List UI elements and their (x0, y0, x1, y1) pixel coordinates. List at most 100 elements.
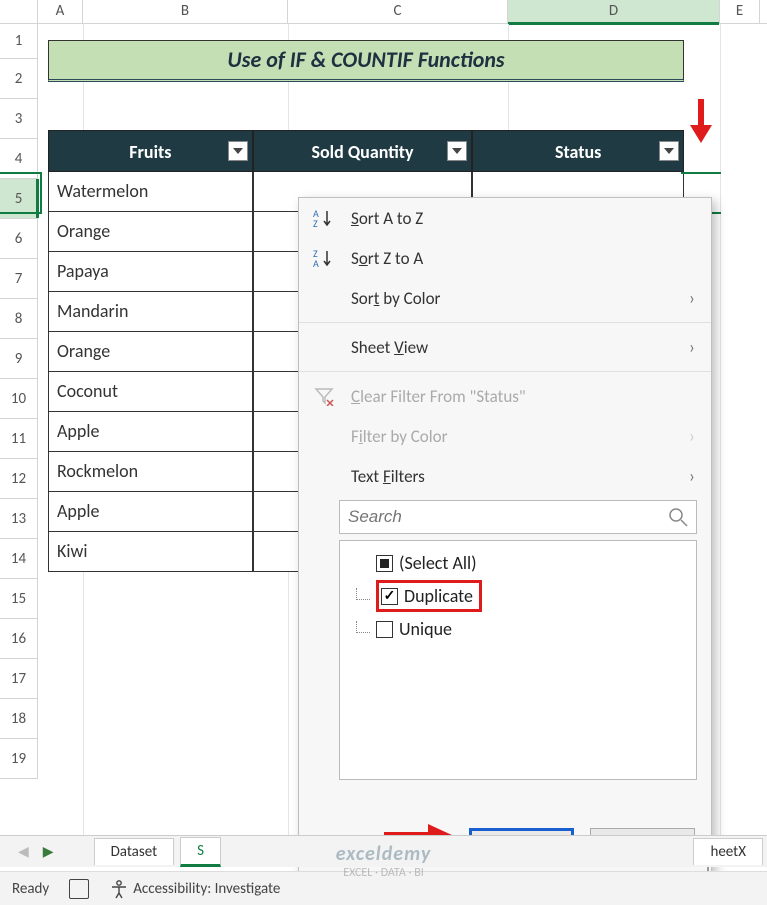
cell-fruit[interactable]: Apple (48, 412, 253, 452)
th-status: Status (472, 130, 684, 172)
row-header-12[interactable]: 12 (0, 459, 38, 499)
accessibility-label: Accessibility: Investigate (133, 880, 280, 898)
row-header-10[interactable]: 10 (0, 379, 38, 419)
filter-option-duplicate-label: Duplicate (404, 585, 473, 607)
cell-fruit[interactable]: Rockmelon (48, 452, 253, 492)
sheet-tab-active[interactable]: S (180, 837, 221, 867)
menu-sort-a-z[interactable]: AZ Sort A to Z (299, 198, 711, 238)
menu-sheet-view-label: Sheet View (351, 337, 675, 358)
col-header-E[interactable]: E (720, 0, 760, 23)
row-header-3[interactable]: 3 (0, 99, 38, 139)
cell-fruit[interactable]: Apple (48, 492, 253, 532)
chevron-right-icon: › (689, 336, 695, 358)
page-title: Use of IF & COUNTIF Functions (48, 40, 684, 82)
menu-sheet-view[interactable]: Sheet View › (299, 327, 711, 367)
table-header-row: Fruits Sold Quantity Status (48, 130, 684, 172)
col-header-B[interactable]: B (83, 0, 288, 23)
row-header-1[interactable]: 1 (0, 24, 38, 59)
filter-option-duplicate[interactable]: Duplicate (348, 577, 688, 615)
menu-clear-filter: Clear Filter From "Status" (299, 376, 711, 416)
svg-text:Z: Z (313, 217, 318, 229)
sort-desc-icon: ZA (311, 247, 337, 269)
cell-fruit[interactable]: Orange (48, 332, 253, 372)
cell-fruit[interactable]: Papaya (48, 252, 253, 292)
chevron-down-icon (233, 148, 243, 154)
row-headers: 1 2 3 4 5 6 7 8 9 10 11 12 13 14 15 16 1… (0, 24, 38, 840)
row-header-17[interactable]: 17 (0, 659, 38, 699)
row-header-9[interactable]: 9 (0, 339, 38, 379)
menu-filter-by-color: Filter by Color › (299, 416, 711, 456)
tab-nav-prev[interactable]: ◀ (14, 843, 33, 860)
tab-nav-next[interactable]: ▶ (39, 843, 58, 860)
menu-sort-by-color[interactable]: Sort by Color › (299, 278, 711, 318)
menu-text-filters-label: Text Filters (351, 466, 675, 487)
col-header-D[interactable]: D (508, 0, 720, 23)
row-header-13[interactable]: 13 (0, 499, 38, 539)
macro-record-icon[interactable] (69, 879, 89, 899)
status-ready: Ready (12, 880, 49, 898)
cell-fruit[interactable]: Orange (48, 212, 253, 252)
sheet-tabs-bar: ◀ ▶ Dataset S heetX (0, 835, 767, 867)
filter-search-input[interactable] (348, 507, 668, 527)
col-header-A[interactable]: A (38, 0, 83, 23)
row-header-15[interactable]: 15 (0, 579, 38, 619)
filter-button-sold[interactable] (447, 141, 467, 161)
col-header-C[interactable]: C (288, 0, 508, 23)
chevron-down-icon (452, 148, 462, 154)
row-header-16[interactable]: 16 (0, 619, 38, 659)
filter-dropdown: AZ Sort A to Z ZA Sort Z to A Sort by Co… (298, 197, 712, 877)
filter-option-unique[interactable]: Unique (348, 615, 688, 643)
row-header-11[interactable]: 11 (0, 419, 38, 459)
row-header-18[interactable]: 18 (0, 699, 38, 739)
th-fruits: Fruits (48, 130, 253, 172)
checkbox-checked-icon[interactable] (381, 588, 398, 605)
th-sold-label: Sold Quantity (311, 141, 413, 163)
status-bar: Ready Accessibility: Investigate (0, 871, 767, 905)
row-header-5[interactable]: 5 (0, 179, 38, 219)
th-status-label: Status (555, 141, 601, 163)
checkbox-indeterminate-icon[interactable] (376, 555, 393, 572)
menu-sort-by-color-label: Sort by Color (351, 288, 675, 309)
chevron-down-icon (664, 148, 674, 154)
th-sold-quantity: Sold Quantity (253, 130, 473, 172)
row-header-7[interactable]: 7 (0, 259, 38, 299)
select-all-corner[interactable] (0, 0, 38, 23)
filter-search-row (339, 500, 697, 534)
clear-filter-icon (311, 386, 337, 406)
chevron-right-icon: › (689, 425, 695, 447)
filter-values-list[interactable]: (Select All) Duplicate Unique (339, 540, 697, 780)
filter-option-select-all[interactable]: (Select All) (348, 549, 688, 577)
cell-fruit[interactable]: Kiwi (48, 532, 253, 572)
row-header-8[interactable]: 8 (0, 299, 38, 339)
chevron-right-icon: › (689, 465, 695, 487)
checkbox-unchecked-icon[interactable] (376, 621, 393, 638)
row-header-2[interactable]: 2 (0, 59, 38, 99)
column-headers-row: A B C D E (0, 0, 767, 24)
menu-sort-z-a-label: Sort Z to A (351, 248, 695, 269)
sheet-tab-partial[interactable]: heetX (693, 838, 763, 865)
filter-button-fruits[interactable] (228, 141, 248, 161)
accessibility-icon (109, 879, 129, 899)
filter-button-status[interactable] (659, 141, 679, 161)
row-header-19[interactable]: 19 (0, 739, 38, 779)
menu-separator (299, 371, 711, 372)
filter-option-unique-label: Unique (399, 618, 452, 640)
row-header-6[interactable]: 6 (0, 219, 38, 259)
search-icon (668, 507, 688, 527)
row-header-4[interactable]: 4 (0, 139, 38, 179)
row-header-14[interactable]: 14 (0, 539, 38, 579)
sort-asc-icon: AZ (311, 207, 337, 229)
cell-fruit[interactable]: Watermelon (48, 172, 253, 212)
th-fruits-label: Fruits (129, 141, 171, 163)
menu-sort-z-a[interactable]: ZA Sort Z to A (299, 238, 711, 278)
filter-option-select-all-label: (Select All) (399, 552, 477, 574)
menu-text-filters[interactable]: Text Filters › (299, 456, 711, 496)
menu-separator (299, 322, 711, 323)
cell-fruit[interactable]: Mandarin (48, 292, 253, 332)
accessibility-status[interactable]: Accessibility: Investigate (109, 879, 280, 899)
sheet-tab-dataset[interactable]: Dataset (94, 838, 175, 865)
menu-filter-by-color-label: Filter by Color (351, 426, 675, 447)
svg-text:A: A (313, 257, 319, 269)
cell-fruit[interactable]: Coconut (48, 372, 253, 412)
menu-sort-a-z-label: Sort A to Z (351, 208, 695, 229)
